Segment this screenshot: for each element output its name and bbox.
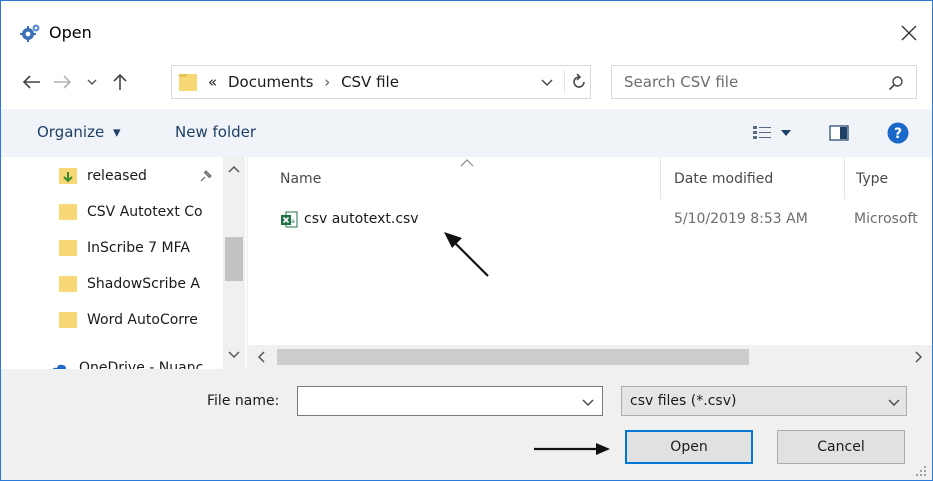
column-divider[interactable] [844,157,845,199]
window-title: Open [49,23,92,42]
breadcrumb-separator[interactable]: › [324,73,330,91]
search-icon [888,76,903,91]
help-glyph: ? [894,126,902,142]
column-divider[interactable] [660,157,661,199]
search-input[interactable]: Search CSV file [624,73,738,91]
scrollbar-thumb[interactable] [277,349,749,365]
scroll-right-icon[interactable] [915,351,923,363]
search-box[interactable]: Search CSV file [611,65,917,99]
file-row[interactable]: a csv autotext.csv 5/10/2019 8:53 AM Mic… [268,205,932,235]
help-icon[interactable]: ? [887,122,909,144]
up-button[interactable] [109,71,131,93]
sidebar-item-label: ShadowScribe A [87,276,200,292]
back-arrow-icon [23,75,40,89]
breadcrumb: « Documents › CSV file [208,73,399,91]
file-name[interactable]: csv autotext.csv [304,211,419,227]
folder-icon [59,312,77,328]
cancel-button[interactable]: Cancel [777,430,905,464]
scrollbar-thumb[interactable] [225,237,243,281]
sidebar-item-inscribe[interactable]: InScribe 7 MFA [59,235,190,261]
breadcrumb-csv-file[interactable]: CSV file [341,73,399,91]
onedrive-cloud-icon [52,364,66,369]
dialog-footer: File name: csv files (*.csv) Open Cancel [1,369,932,480]
refresh-icon[interactable] [570,72,588,92]
svg-text:a: a [291,218,295,225]
organize-caret-icon: ▾ [112,123,121,141]
navigation-scrollbar[interactable] [223,157,245,369]
navigation-pane: released CSV Autotext Co InScribe 7 MFA … [1,157,247,369]
scroll-up-icon[interactable] [228,165,240,173]
organize-button[interactable]: Organize ▾ [37,123,121,141]
organize-label: Organize [37,123,105,141]
view-details-icon[interactable] [753,125,771,141]
scroll-left-icon[interactable] [257,351,265,363]
folder-icon [59,204,77,220]
command-bar: Organize ▾ New folder ? [1,109,932,157]
sidebar-item-label: OneDrive - Nuanc [79,360,204,369]
title-bar: Open [1,1,932,63]
file-type: Microsoft [854,211,918,227]
sidebar-item-released[interactable]: released [59,163,147,189]
folder-icon [179,74,197,91]
folder-icon [59,240,77,256]
address-divider [564,70,565,94]
back-button[interactable] [21,71,43,93]
forward-button[interactable] [51,71,73,93]
chevron-down-icon [888,399,900,406]
column-header-type[interactable]: Type [856,171,888,187]
sidebar-item-label: Word AutoCorre [87,312,198,328]
new-folder-button[interactable]: New folder [175,123,256,141]
close-icon[interactable] [897,21,921,45]
file-list-horizontal-scrollbar[interactable] [247,345,932,369]
open-file-dialog: Open « Documents › CSV file Search CSV f… [0,0,933,481]
chevron-down-icon [87,79,97,85]
scroll-down-icon[interactable] [228,351,240,359]
folder-download-icon [59,168,77,184]
forward-arrow-icon [54,75,71,89]
sidebar-item-csv-autotext[interactable]: CSV Autotext Co [59,199,203,225]
file-type-select[interactable]: csv files (*.csv) [621,386,907,416]
chevron-down-icon[interactable] [582,397,594,407]
pin-icon[interactable] [199,169,213,183]
sidebar-item-onedrive[interactable]: OneDrive - Nuanc [51,355,203,369]
file-name-label: File name: [207,393,280,409]
view-dropdown-icon[interactable] [781,129,791,137]
column-header-name[interactable]: Name [280,171,321,187]
breadcrumb-overflow[interactable]: « [208,73,217,91]
sort-ascending-icon [460,159,474,167]
address-bar[interactable]: « Documents › CSV file [171,65,591,99]
up-arrow-icon [113,73,127,90]
preview-pane-icon[interactable] [829,125,849,141]
breadcrumb-documents[interactable]: Documents [228,73,314,91]
sidebar-item-label: CSV Autotext Co [87,204,203,220]
gear-app-icon [20,24,40,42]
open-button[interactable]: Open [625,430,753,464]
file-type-selected: csv files (*.csv) [630,393,737,409]
recent-locations-button[interactable] [81,71,103,93]
column-header-date-modified[interactable]: Date modified [674,171,773,187]
file-list: Name Date modified Type a csv autotext.c… [247,157,932,345]
sidebar-item-word-autocorrect[interactable]: Word AutoCorre [59,307,198,333]
address-dropdown-icon[interactable] [540,75,554,89]
sidebar-item-label: released [87,168,147,184]
folder-icon [59,276,77,292]
excel-csv-file-icon: a [281,211,298,228]
sidebar-item-label: InScribe 7 MFA [87,240,190,256]
file-name-field[interactable] [297,386,603,416]
resize-grip-icon[interactable] [915,465,927,477]
file-date-modified: 5/10/2019 8:53 AM [674,211,808,227]
sidebar-item-shadowscribe[interactable]: ShadowScribe A [59,271,200,297]
